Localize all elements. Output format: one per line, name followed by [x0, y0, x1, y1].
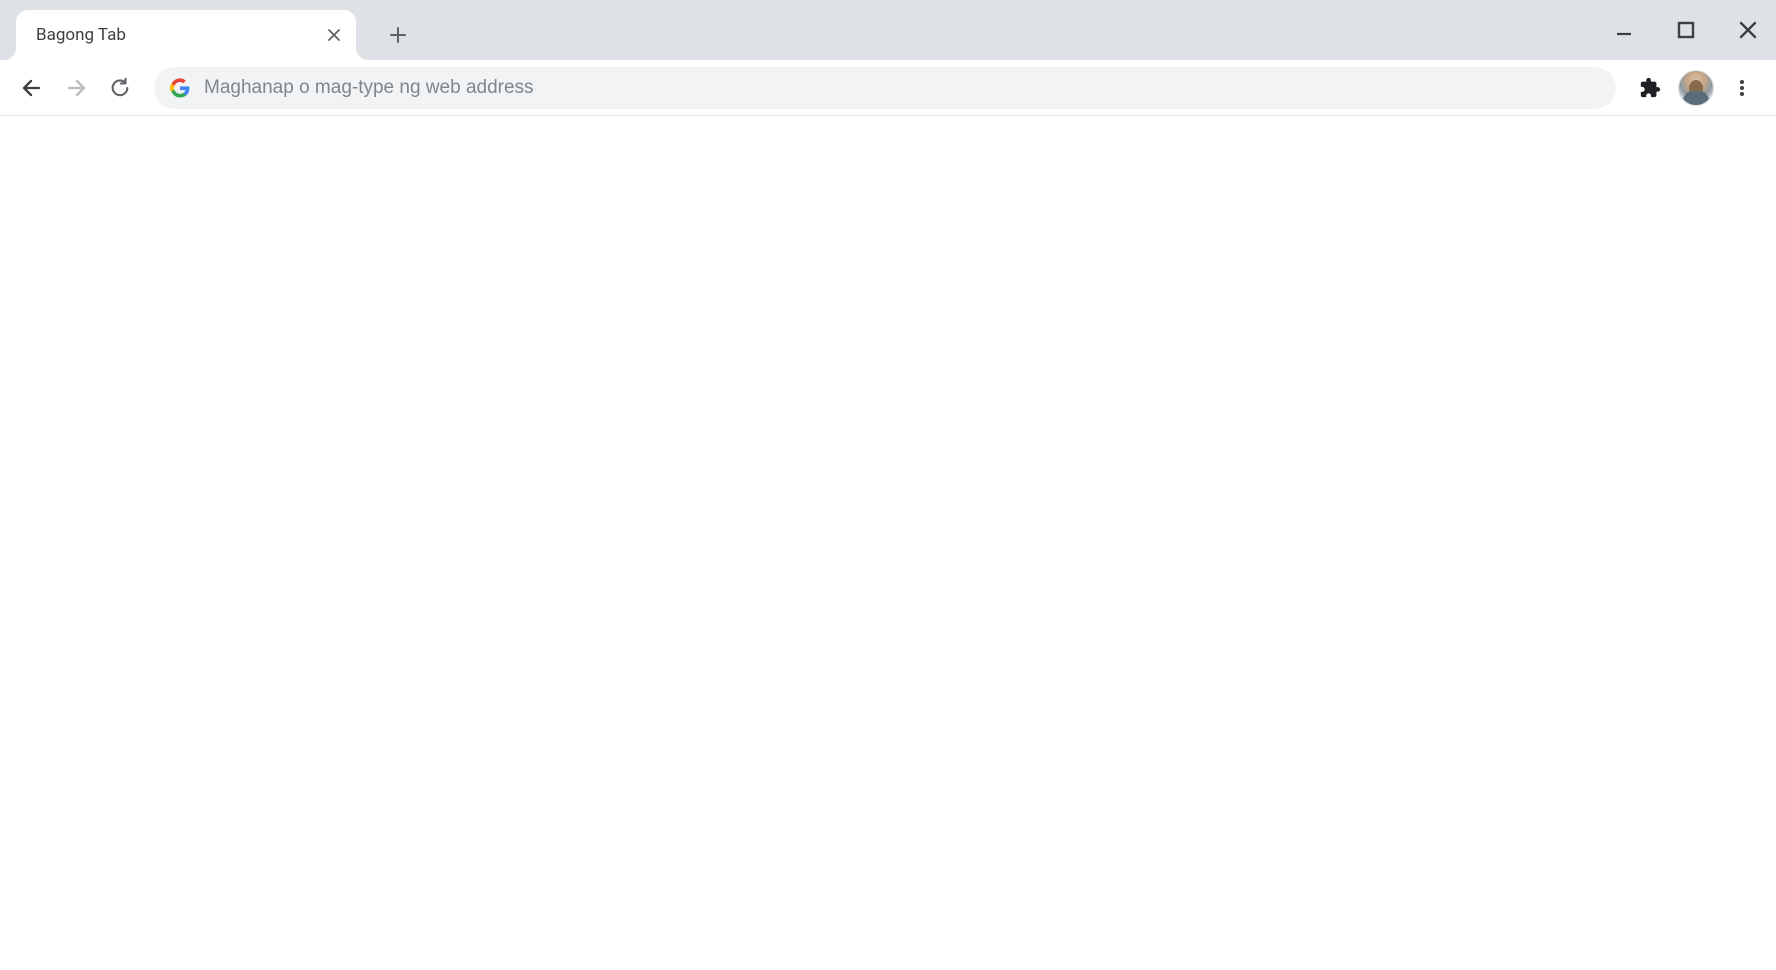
google-icon: [170, 78, 190, 98]
maximize-window-button[interactable]: [1668, 12, 1704, 48]
toolbar-right: [1630, 68, 1764, 108]
page-content: [0, 116, 1776, 970]
back-button[interactable]: [12, 68, 52, 108]
active-tab[interactable]: Bagong Tab: [16, 10, 356, 60]
minimize-icon: [1614, 20, 1634, 40]
new-tab-button[interactable]: [380, 17, 416, 53]
minimize-window-button[interactable]: [1606, 12, 1642, 48]
more-vertical-icon: [1732, 78, 1752, 98]
profile-avatar[interactable]: [1678, 70, 1714, 106]
address-input[interactable]: [204, 77, 1600, 99]
extensions-icon: [1639, 77, 1661, 99]
omnibox[interactable]: [154, 67, 1616, 109]
tab-title: Bagong Tab: [36, 25, 126, 45]
plus-icon: [388, 25, 408, 45]
arrow-left-icon: [20, 76, 44, 100]
reload-button[interactable]: [100, 68, 140, 108]
close-icon: [1737, 19, 1759, 41]
close-icon: [326, 27, 342, 43]
reload-icon: [109, 77, 131, 99]
chrome-menu-button[interactable]: [1722, 68, 1762, 108]
toolbar: [0, 60, 1776, 116]
window-controls: [1606, 0, 1766, 60]
close-window-button[interactable]: [1730, 12, 1766, 48]
tab-strip: Bagong Tab: [0, 0, 1776, 60]
arrow-right-icon: [64, 76, 88, 100]
close-tab-button[interactable]: [322, 23, 346, 47]
extensions-button[interactable]: [1630, 68, 1670, 108]
maximize-icon: [1676, 20, 1696, 40]
forward-button[interactable]: [56, 68, 96, 108]
